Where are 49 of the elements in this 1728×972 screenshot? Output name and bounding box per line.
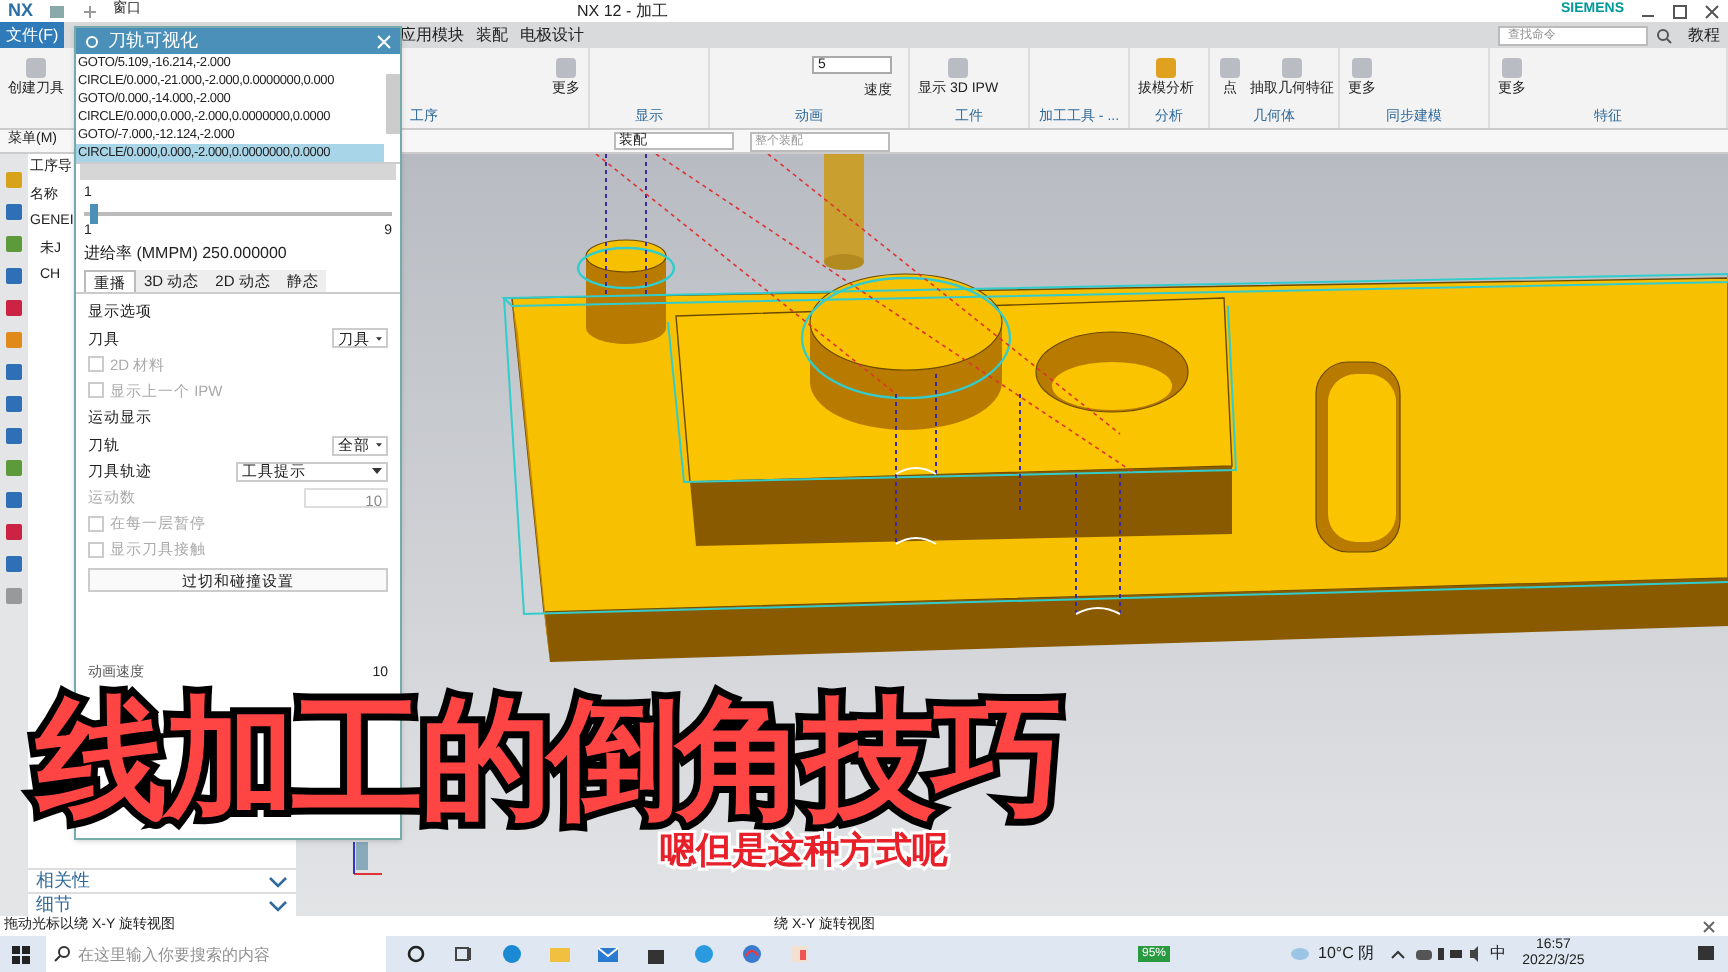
menu-item[interactable]: 文件(F) [0, 22, 65, 48]
close-icon[interactable] [1704, 3, 1720, 19]
weather-text: 10°C 阴 [1318, 942, 1375, 966]
resource-bar-icon[interactable] [4, 298, 24, 318]
caret-icon [376, 442, 382, 448]
resource-bar-icon[interactable] [4, 234, 24, 254]
scrollbar-thumb[interactable] [386, 74, 400, 134]
resource-bar-icon[interactable] [4, 202, 24, 222]
axis-triad-icon [350, 838, 386, 878]
search-icon[interactable] [1656, 27, 1672, 43]
app-logo: NX [8, 0, 34, 24]
chevron-icon[interactable] [268, 897, 288, 913]
task-view-icon[interactable] [454, 944, 474, 964]
window-title: NX 12 - 加工 [577, 0, 668, 23]
quick-access-icon[interactable] [81, 3, 98, 19]
help-menu[interactable]: 教程 [1688, 23, 1720, 47]
cloud-icon [1290, 944, 1311, 964]
resource-bar-icon[interactable] [4, 522, 24, 542]
resource-bar-icon[interactable] [4, 490, 24, 510]
taskbar-search-field[interactable]: 在这里输入你要搜索的内容 [46, 936, 386, 972]
slider-thumb[interactable] [90, 203, 99, 223]
panel-header[interactable]: 相关性 [36, 867, 90, 895]
windows-start-icon[interactable] [12, 945, 30, 963]
caret-icon [376, 335, 382, 342]
menu-item[interactable]: 电极设计 [514, 22, 591, 48]
dialog-title: 刀轨可视化 [108, 27, 198, 54]
resource-bar-icon[interactable] [4, 586, 24, 606]
resource-bar-icon[interactable] [4, 458, 24, 478]
chevron-icon[interactable] [1390, 946, 1407, 962]
resource-bar-icon[interactable] [4, 426, 24, 446]
feed-rate: 进给率 (MMPM) 250.000000 [82, 242, 289, 266]
mail-icon[interactable] [598, 944, 618, 964]
menu-item[interactable]: 应用模块 [394, 22, 471, 48]
resource-bar-icon[interactable] [4, 330, 24, 350]
resource-bar-icon[interactable] [4, 394, 24, 414]
horizontal-scrollbar[interactable] [80, 164, 396, 180]
ime-indicator[interactable]: 中 [1490, 942, 1507, 966]
system-tray-icon[interactable] [1414, 944, 1483, 964]
resource-bar-icon[interactable] [4, 554, 24, 574]
resource-bar-icon[interactable] [4, 362, 24, 382]
restore-icon[interactable] [1672, 3, 1688, 19]
panel-header[interactable]: 细节 [36, 891, 72, 919]
menu-item[interactable]: 装配 [470, 22, 515, 48]
caret-icon [372, 468, 382, 474]
search-icon [54, 946, 70, 962]
subtitle-caption: 嗯但是这种方式呢 [660, 828, 948, 874]
resource-bar-icon[interactable] [4, 266, 24, 286]
close-icon[interactable] [1702, 919, 1716, 933]
chevron-icon[interactable] [268, 873, 288, 889]
